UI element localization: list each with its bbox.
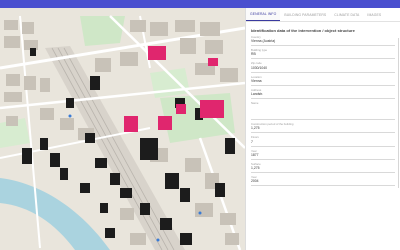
field-construction-period[interactable]: Construction period of the building 1,27… bbox=[251, 123, 395, 134]
details-panel: GENERAL INFO BUILDING PARAMETERS CLIMATE… bbox=[245, 8, 400, 250]
tab-bar: GENERAL INFO BUILDING PARAMETERS CLIMATE… bbox=[246, 8, 400, 22]
city-map[interactable] bbox=[0, 8, 245, 250]
field-address[interactable]: Address Landstr. bbox=[251, 88, 395, 100]
tab-general-info[interactable]: GENERAL INFO bbox=[246, 8, 281, 21]
field-surface[interactable]: Surface 1,275 bbox=[251, 162, 395, 174]
tab-climate-data[interactable]: CLIMATE DATA bbox=[330, 8, 363, 21]
section-title: Identification data of the intervention … bbox=[251, 28, 355, 33]
field-floors[interactable]: Floors 7 bbox=[251, 136, 395, 147]
field-year[interactable]: Year 1877 bbox=[251, 149, 395, 160]
panel-scrollbar[interactable] bbox=[397, 38, 399, 188]
park-area bbox=[80, 16, 125, 46]
field-building-type[interactable]: Building type RB bbox=[251, 48, 395, 60]
top-app-bar bbox=[0, 0, 400, 8]
panel-content: Identification data of the intervention … bbox=[246, 22, 400, 187]
park-area bbox=[150, 68, 190, 98]
map-canvas[interactable] bbox=[0, 8, 245, 250]
map-pin-icon[interactable] bbox=[68, 114, 72, 118]
map-pin-icon[interactable] bbox=[198, 211, 202, 215]
map-pin-icon[interactable] bbox=[156, 238, 160, 242]
tab-building-parameters[interactable]: BUILDING PARAMETERS bbox=[280, 8, 330, 21]
field-year-renovation[interactable]: Year 2004 bbox=[251, 175, 395, 187]
field-location[interactable]: Location Vienna bbox=[251, 75, 395, 86]
river bbox=[0, 178, 110, 250]
field-zip-code[interactable]: Zip code 1030/1040 bbox=[251, 62, 395, 73]
tab-images[interactable]: IMAGES bbox=[363, 8, 385, 21]
field-country[interactable]: Country Vienna (Austria) bbox=[251, 35, 395, 47]
field-name[interactable]: Name bbox=[251, 101, 395, 121]
